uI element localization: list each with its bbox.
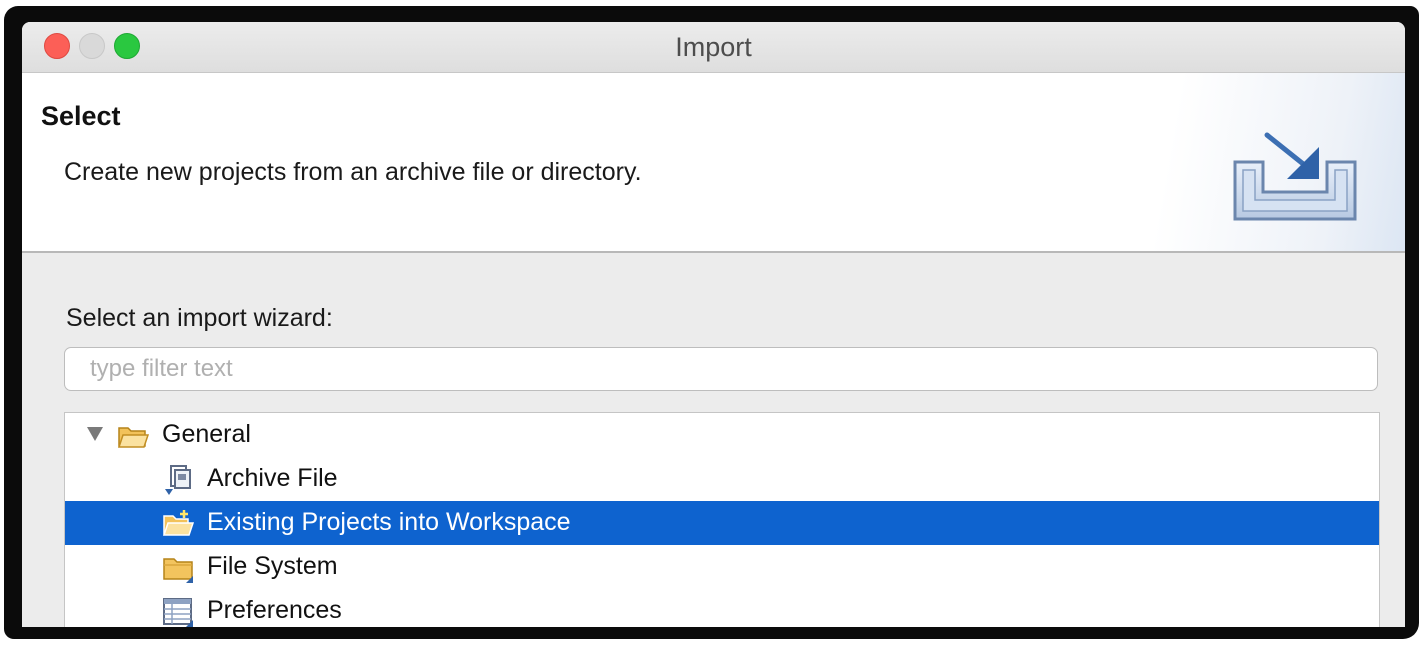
expand-triangle-icon[interactable] (87, 427, 103, 441)
tree-group-label: General (162, 420, 251, 448)
folder-open-icon (117, 427, 149, 448)
wizard-tree[interactable]: General Archive File Existing Projects i… (64, 412, 1380, 627)
tree-item-label: File System (207, 552, 338, 580)
tree-item-label: Archive File (207, 464, 338, 492)
tree-item-file-system[interactable]: File System (65, 545, 1379, 589)
tree-item-preferences[interactable]: Preferences (65, 589, 1379, 627)
preferences-icon (163, 598, 193, 627)
tree-group-general[interactable]: General (65, 413, 1379, 457)
folder-icon (163, 558, 193, 583)
archive-file-icon (165, 465, 191, 495)
page-description: Create new projects from an archive file… (64, 158, 642, 186)
project-folder-icon (162, 510, 194, 536)
tree-item-label: Preferences (207, 596, 342, 624)
import-dialog: Import Select Create new projects from a… (22, 22, 1405, 627)
window-title: Import (675, 32, 752, 62)
import-banner-icon (1233, 132, 1357, 221)
title-bar: Import (22, 22, 1405, 73)
tree-item-archive-file[interactable]: Archive File (65, 457, 1379, 501)
wizard-header: Select Create new projects from an archi… (22, 73, 1405, 253)
wizard-label: Select an import wizard: (66, 304, 333, 332)
tree-item-existing-projects[interactable]: Existing Projects into Workspace (65, 501, 1379, 545)
page-title: Select (41, 101, 121, 131)
tree-item-label: Existing Projects into Workspace (207, 508, 571, 536)
filter-input[interactable] (64, 347, 1378, 391)
